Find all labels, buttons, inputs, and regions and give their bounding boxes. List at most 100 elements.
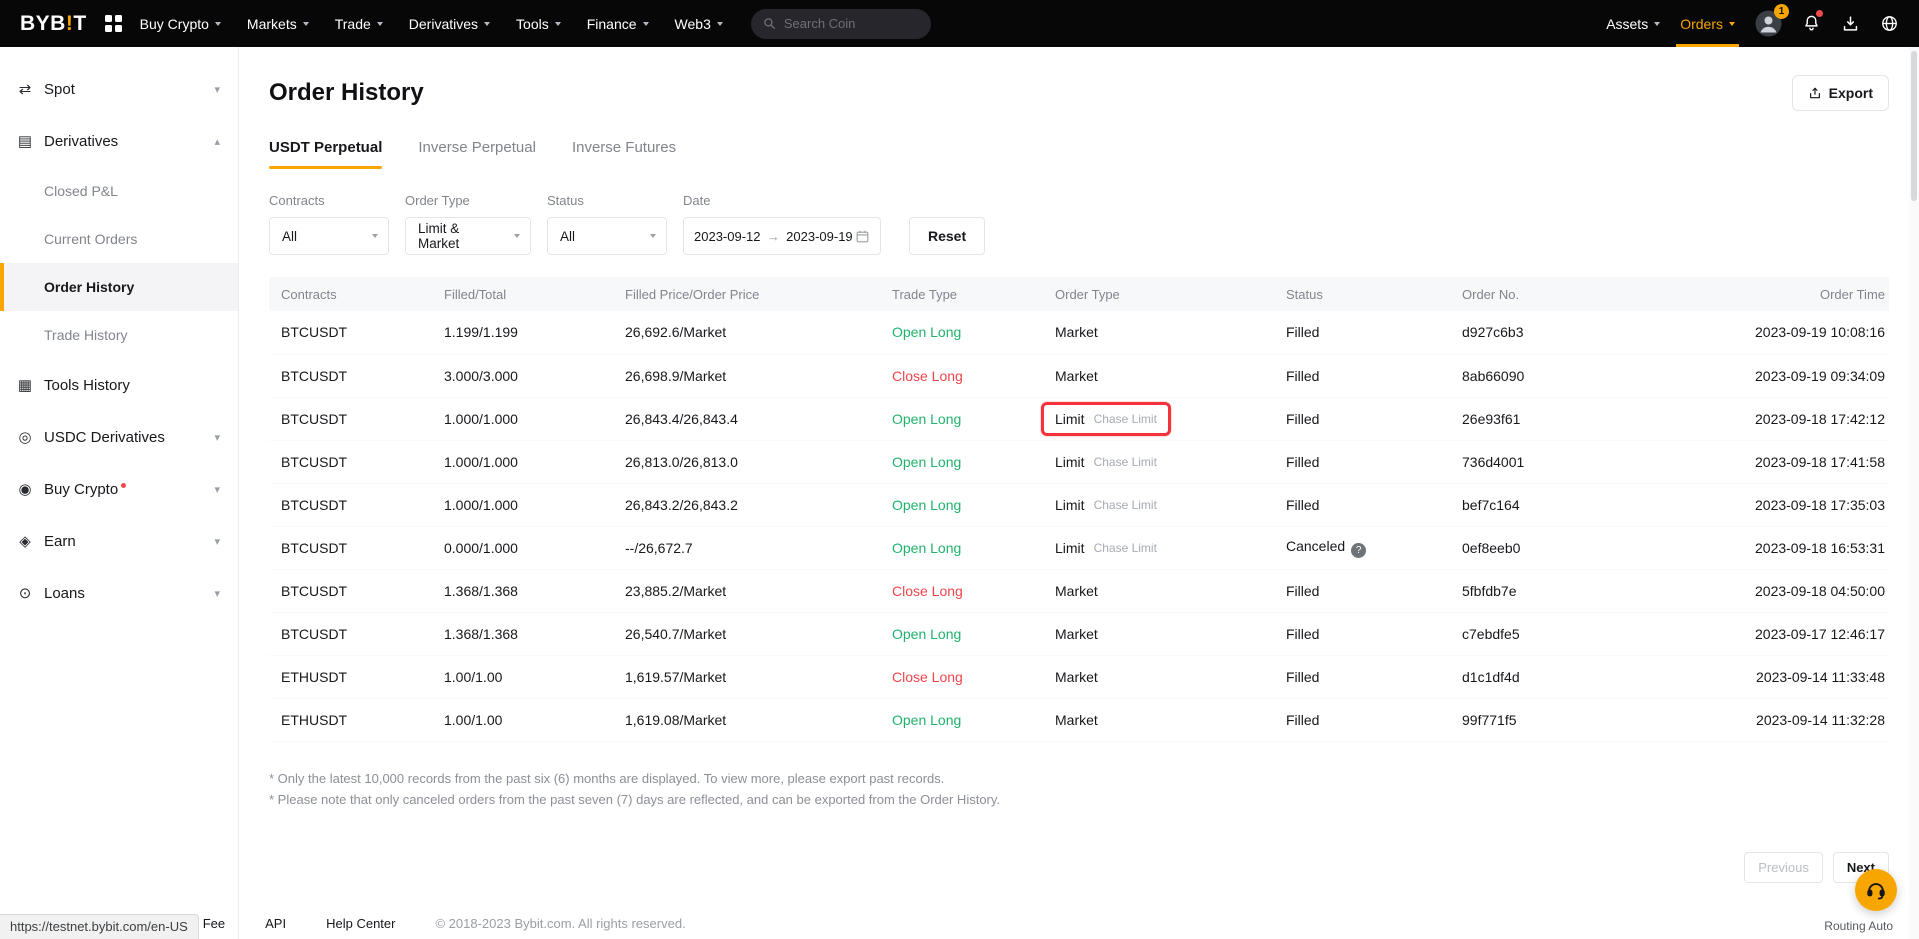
- account-avatar[interactable]: 1: [1755, 0, 1782, 47]
- sidebar-item-earn[interactable]: ◈Earn▾: [0, 515, 238, 567]
- search-icon: [763, 17, 776, 30]
- menu-item-trade[interactable]: Trade: [335, 0, 383, 47]
- sidebar-item-closed-p-l[interactable]: Closed P&L: [0, 167, 238, 215]
- export-icon: [1808, 86, 1822, 100]
- cell-status: Filled: [1274, 483, 1450, 526]
- sidebar-item-buy-crypto[interactable]: ◉Buy Crypto▾: [0, 463, 238, 515]
- cell-contract: ETHUSDT: [269, 655, 432, 698]
- assets-label: Assets: [1606, 16, 1648, 32]
- menu-item-buy-crypto[interactable]: Buy Crypto: [140, 0, 221, 47]
- menu-item-tools[interactable]: Tools: [516, 0, 561, 47]
- support-chat-button[interactable]: [1855, 869, 1897, 911]
- reset-button[interactable]: Reset: [909, 217, 985, 255]
- sidebar-item-order-history[interactable]: Order History: [0, 263, 238, 311]
- calendar-icon: [855, 229, 870, 244]
- contracts-selected-value: All: [282, 229, 297, 244]
- page-scrollbar[interactable]: [1909, 47, 1919, 939]
- previous-page-button[interactable]: Previous: [1744, 852, 1823, 883]
- notification-badge: [1815, 9, 1824, 18]
- table-row: ETHUSDT1.00/1.001,619.08/MarketOpen Long…: [269, 698, 1889, 741]
- orders-menu[interactable]: Orders: [1680, 0, 1735, 47]
- footer-link-api[interactable]: API: [265, 916, 286, 931]
- status-value: Filled: [1286, 712, 1319, 728]
- menu-item-finance[interactable]: Finance: [587, 0, 649, 47]
- cell-order-no: d927c6b3: [1450, 311, 1680, 354]
- cell-trade-type: Close Long: [880, 354, 1043, 397]
- bybit-logo[interactable]: BYB!T: [20, 0, 87, 47]
- sidebar-item-spot[interactable]: ⇄Spot▾: [0, 63, 238, 115]
- page-title: Order History: [269, 79, 424, 107]
- trade-type-value: Close Long: [892, 368, 963, 384]
- assets-menu[interactable]: Assets: [1606, 0, 1660, 47]
- search-box[interactable]: Search Coin: [751, 9, 931, 39]
- chevron-down-icon: [484, 22, 490, 26]
- cell-filled-total: 3.000/3.000: [432, 354, 613, 397]
- chevron-down-icon: [372, 234, 378, 238]
- contracts-select[interactable]: All: [269, 217, 389, 255]
- table-row: BTCUSDT1.000/1.00026,843.4/26,843.4Open …: [269, 397, 1889, 440]
- footnote-records: * Only the latest 10,000 records from th…: [269, 768, 1889, 789]
- order-type-wrap: LimitChase Limit: [1055, 540, 1157, 556]
- tab-usdt-perpetual[interactable]: USDT Perpetual: [269, 139, 382, 169]
- menu-item-markets[interactable]: Markets: [247, 0, 309, 47]
- date-to-value: 2023-09-19: [786, 229, 853, 244]
- cell-order-time: 2023-09-14 11:33:48: [1680, 655, 1889, 698]
- menu-item-derivatives[interactable]: Derivatives: [409, 0, 490, 47]
- cell-status: Filled: [1274, 440, 1450, 483]
- order-type-value: Limit: [1055, 454, 1085, 470]
- cell-contract: BTCUSDT: [269, 397, 432, 440]
- cell-order-no: d1c1df4d: [1450, 655, 1680, 698]
- sidebar-item-label: Earn: [44, 533, 76, 550]
- order-type-filter-label: Order Type: [405, 193, 531, 208]
- menu-item-label: Tools: [516, 16, 549, 32]
- date-range-picker[interactable]: 2023-09-12 → 2023-09-19: [683, 217, 881, 255]
- sidebar-item-label: Loans: [44, 585, 85, 602]
- cell-order-no: 736d4001: [1450, 440, 1680, 483]
- earn-icon: ◈: [15, 532, 35, 550]
- sidebar-item-usdc-derivatives[interactable]: ◎USDC Derivatives▾: [0, 411, 238, 463]
- sidebar-item-current-orders[interactable]: Current Orders: [0, 215, 238, 263]
- help-question-icon[interactable]: ?: [1351, 543, 1366, 558]
- sidebar-item-derivatives[interactable]: ▤Derivatives▴: [0, 115, 238, 167]
- order-type-select[interactable]: Limit & Market: [405, 217, 531, 255]
- main-menu: Buy Crypto Markets Trade Derivatives Tools Fi…: [140, 0, 723, 47]
- column-header-status: Status: [1274, 277, 1450, 311]
- sidebar-subitem-label: Current Orders: [44, 231, 137, 247]
- table-row: BTCUSDT0.000/1.000--/26,672.7Open LongLi…: [269, 526, 1889, 569]
- trade-type-value: Open Long: [892, 626, 961, 642]
- trade-type-value: Close Long: [892, 583, 963, 599]
- table-row: BTCUSDT1.000/1.00026,813.0/26,813.0Open …: [269, 440, 1889, 483]
- download-icon[interactable]: [1841, 0, 1860, 47]
- status-value: Filled: [1286, 324, 1319, 340]
- tab-inverse-perpetual[interactable]: Inverse Perpetual: [418, 139, 536, 169]
- cell-filled-total: 1.199/1.199: [432, 311, 613, 354]
- table-footnotes: * Only the latest 10,000 records from th…: [269, 768, 1889, 810]
- menu-item-label: Markets: [247, 16, 297, 32]
- table-row: BTCUSDT1.368/1.36823,885.2/MarketClose L…: [269, 569, 1889, 612]
- cell-order-time: 2023-09-18 04:50:00: [1680, 569, 1889, 612]
- tab-inverse-futures[interactable]: Inverse Futures: [572, 139, 676, 169]
- column-header-filled-price-order-price: Filled Price/Order Price: [613, 277, 880, 311]
- sidebar-item-loans[interactable]: ⊙Loans▾: [0, 567, 238, 619]
- column-header-order-time: Order Time: [1680, 277, 1889, 311]
- chevron-down-icon: [650, 234, 656, 238]
- trade-type-value: Open Long: [892, 454, 961, 470]
- language-globe-icon[interactable]: [1880, 0, 1899, 47]
- apps-grid-icon[interactable]: [105, 0, 122, 47]
- order-type-wrap: Market: [1055, 324, 1098, 340]
- sidebar-item-tools-history[interactable]: ▦Tools History: [0, 359, 238, 411]
- export-button[interactable]: Export: [1792, 75, 1889, 111]
- order-type-value: Limit: [1055, 540, 1085, 556]
- notifications-bell-icon[interactable]: [1802, 0, 1821, 47]
- trade-type-value: Open Long: [892, 324, 961, 340]
- chevron-down-icon: ▾: [214, 587, 220, 600]
- sidebar-item-trade-history[interactable]: Trade History: [0, 311, 238, 359]
- status-value: Filled: [1286, 411, 1319, 427]
- footer-link-help-center[interactable]: Help Center: [326, 916, 395, 931]
- chevron-down-icon: [555, 22, 561, 26]
- status-select[interactable]: All: [547, 217, 667, 255]
- cell-price: 23,885.2/Market: [613, 569, 880, 612]
- menu-item-web3[interactable]: Web3: [675, 0, 723, 47]
- cell-filled-total: 1.000/1.000: [432, 397, 613, 440]
- scrollbar-thumb[interactable]: [1911, 51, 1917, 201]
